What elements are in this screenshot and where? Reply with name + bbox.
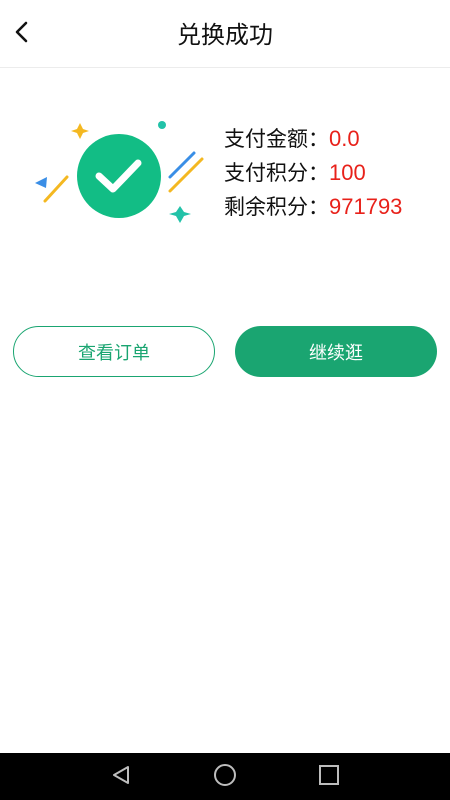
view-orders-button[interactable]: 查看订单 [13, 326, 215, 377]
triangle-icon [35, 177, 47, 188]
info-row-amount: 支付金额：0.0 [224, 122, 402, 156]
sparkle-icon [169, 206, 191, 223]
info-row-points-paid: 支付积分：100 [224, 156, 402, 190]
info-label: 剩余积分： [224, 195, 329, 219]
info-value: 971793 [329, 194, 403, 219]
nav-home-button[interactable] [212, 764, 238, 790]
dot-icon [158, 121, 166, 129]
page-title: 兑换成功 [177, 21, 273, 49]
sparkle-icon [71, 123, 89, 139]
checkmark-circle-icon [77, 134, 161, 218]
info-value: 0.0 [329, 126, 360, 151]
nav-recents-button[interactable] [316, 764, 342, 790]
recents-square-icon [318, 764, 340, 790]
continue-shopping-button[interactable]: 继续逛 [235, 326, 437, 377]
success-illustration [30, 115, 210, 230]
info-row-points-remaining: 剩余积分：971793 [224, 190, 402, 224]
info-label: 支付金额： [224, 127, 329, 151]
info-value: 100 [329, 160, 366, 185]
back-triangle-icon [110, 764, 132, 790]
info-label: 支付积分： [224, 161, 329, 185]
app-header: 兑换成功 [0, 0, 450, 68]
nav-back-button[interactable] [108, 764, 134, 790]
payment-info: 支付金额：0.0 支付积分：100 剩余积分：971793 [224, 122, 402, 224]
system-navigation-bar [0, 753, 450, 800]
home-circle-icon [213, 763, 237, 791]
